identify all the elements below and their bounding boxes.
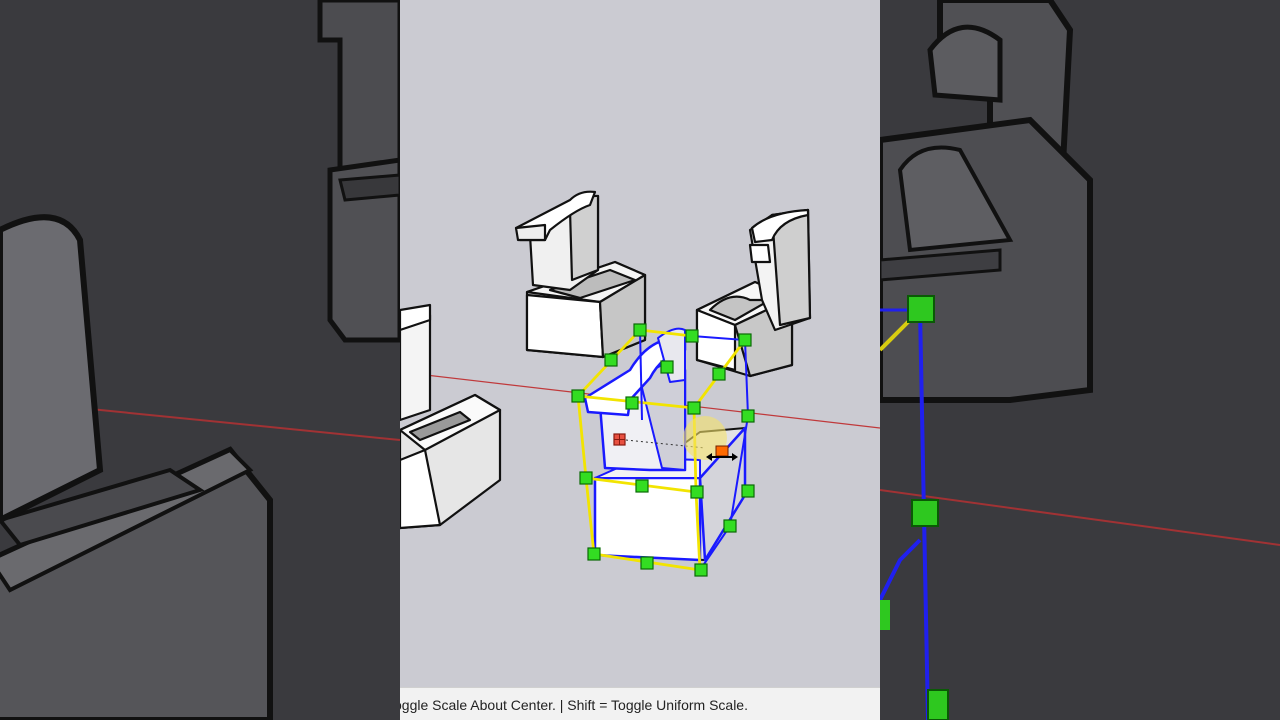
grip-handle-icon: [723, 519, 737, 533]
left-blurred-background: [0, 0, 400, 720]
center-marker-icon: [613, 433, 626, 446]
grip-handle-icon: [685, 329, 699, 343]
status-bar: oggle Scale About Center. | Shift = Togg…: [400, 687, 880, 720]
right-background-art: [880, 0, 1280, 720]
grip-handle-icon: [690, 485, 704, 499]
left-background-art: [0, 0, 400, 720]
status-hint-text: oggle Scale About Center. | Shift = Togg…: [400, 697, 748, 713]
grip-handle-icon: [741, 409, 755, 423]
grip-handle-icon: [579, 471, 593, 485]
top-left-object[interactable]: [514, 190, 647, 359]
viewport-scene[interactable]: [400, 0, 880, 720]
3d-viewport[interactable]: oggle Scale About Center. | Shift = Togg…: [400, 0, 880, 720]
grip-handle-icon: [738, 333, 752, 347]
grip-handle-icon: [712, 367, 726, 381]
grip-handle-icon: [587, 547, 601, 561]
grip-handle-icon: [694, 563, 708, 577]
grip-handle-icon: [625, 396, 639, 410]
grip-handle-icon: [633, 323, 647, 337]
grip-handle-icon: [741, 484, 755, 498]
left-partial-object[interactable]: [400, 303, 502, 530]
grip-handle-icon: [640, 556, 654, 570]
grip-handle-icon: [635, 479, 649, 493]
right-blurred-background: [880, 0, 1280, 720]
top-right-object[interactable]: [695, 208, 812, 378]
grip-handle-icon: [604, 353, 618, 367]
grip-handle-icon: [687, 401, 701, 415]
grip-handle-icon: [571, 389, 585, 403]
grip-handle-icon: [660, 360, 674, 374]
